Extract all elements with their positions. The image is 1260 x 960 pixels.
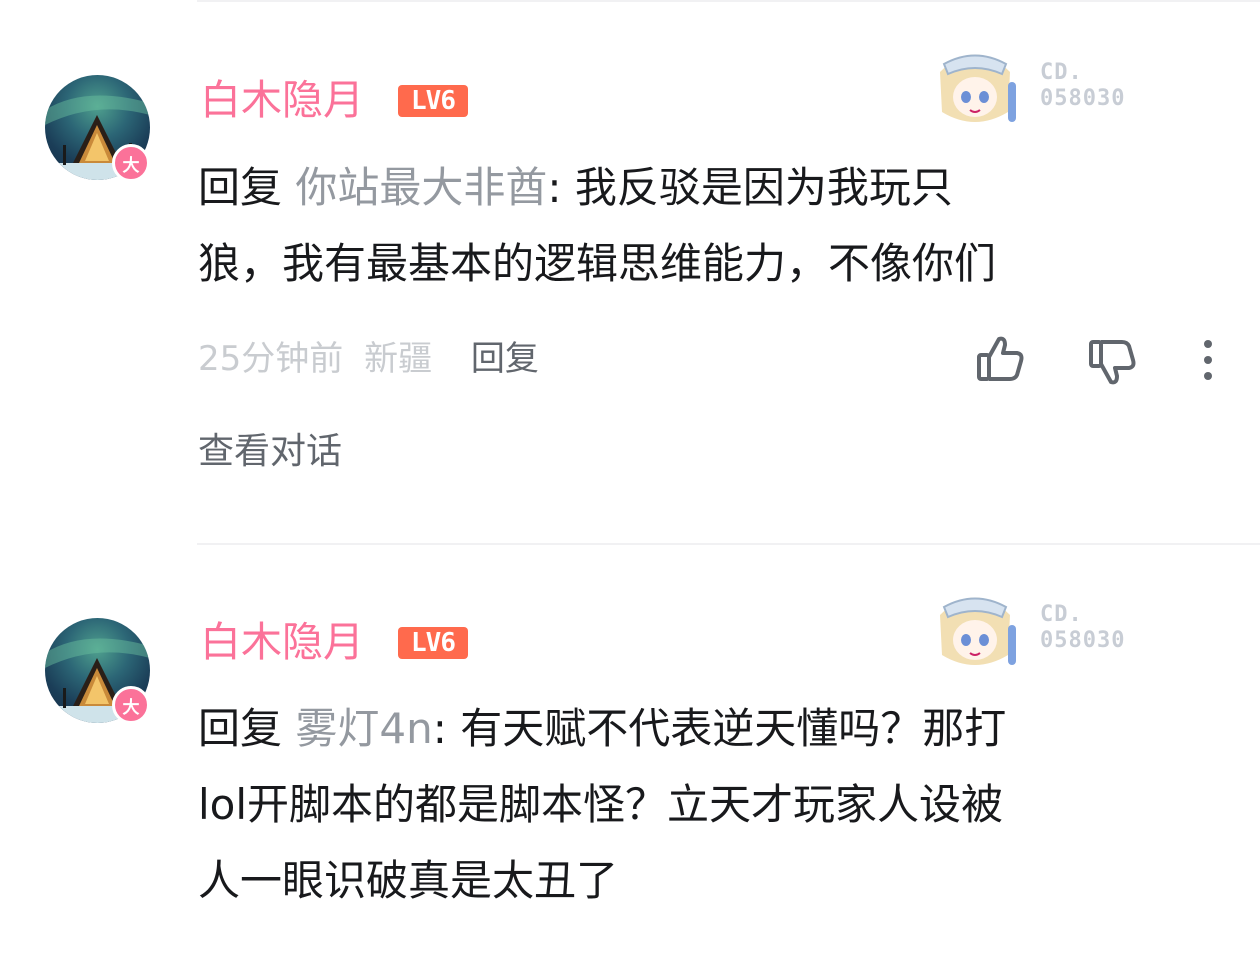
- avatar-badge: 大: [112, 686, 150, 724]
- decoration-number: CD. 058030: [1040, 602, 1125, 654]
- reply-to-user[interactable]: 雾灯4n: [295, 704, 432, 753]
- comment-divider: [197, 543, 1260, 545]
- comment-text-line2: lol开脚本的都是脚本怪？立天才玩家人设被: [198, 780, 1004, 829]
- comment-text-line1: : 有天赋不代表逆天懂吗？那打: [432, 704, 1007, 753]
- decoration-avatar-icon[interactable]: [930, 585, 1020, 675]
- decoration-number-line1: CD.: [1040, 602, 1083, 627]
- comment-text-line3: 人一眼识破真是太丑了: [198, 856, 619, 905]
- comment-line-1: 回复 雾灯4n: 有天赋不代表逆天懂吗？那打: [198, 691, 1238, 767]
- username[interactable]: 白木隐月: [200, 622, 364, 663]
- comment-text: 回复 雾灯4n: 有天赋不代表逆天懂吗？那打 lol开脚本的都是脚本怪？立天才玩…: [198, 691, 1238, 919]
- comment-item: 大 白木隐月 LV6 CD. 058030 回复 雾灯4n: 有天赋不代表逆天懂…: [0, 0, 1260, 905]
- level-badge: LV6: [398, 627, 468, 659]
- decoration-number-line2: 058030: [1040, 628, 1126, 653]
- reply-prefix: 回复: [198, 704, 283, 753]
